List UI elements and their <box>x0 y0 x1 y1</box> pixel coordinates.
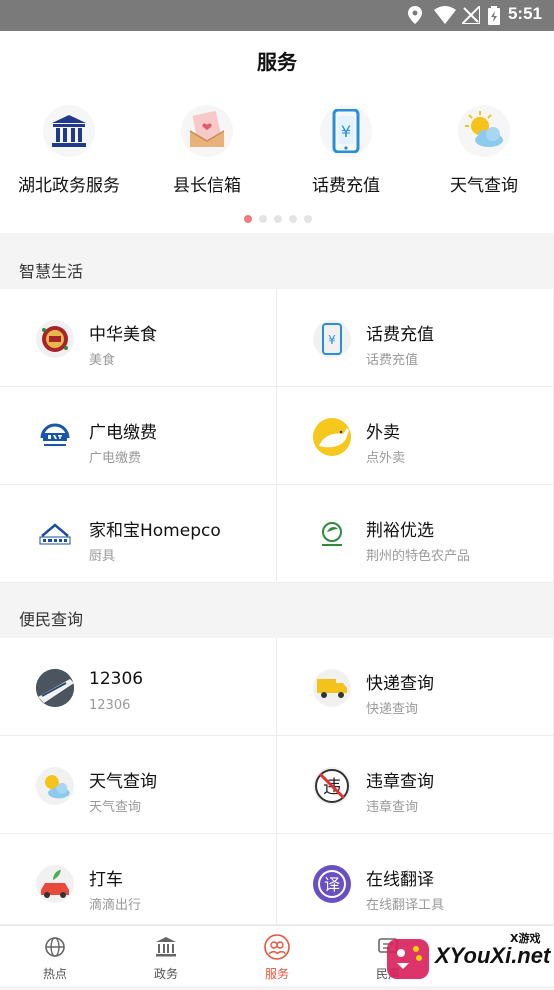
service-item-chinese-food[interactable]: 中华美食 美食 <box>0 289 277 387</box>
government-building-icon <box>43 105 95 157</box>
translate-icon: 译 <box>313 865 351 903</box>
status-bar: 5:51 <box>0 0 554 31</box>
weather-icon <box>458 105 510 157</box>
tab-hot[interactable]: 热点 <box>0 934 110 982</box>
tab-government[interactable]: 政务 <box>111 934 221 982</box>
service-item-violation-query[interactable]: 违 违章查询 违章查询 <box>277 736 554 834</box>
jingyu-logo-icon <box>313 516 351 554</box>
service-item-phone-recharge[interactable]: ¥ 话费充值 话费充值 <box>277 289 554 387</box>
traffic-violation-icon: 违 <box>313 767 351 805</box>
service-item-express-query[interactable]: 快递查询 快递查询 <box>277 638 554 736</box>
taxi-car-icon <box>36 865 74 903</box>
globe-icon <box>0 934 110 960</box>
delivery-truck-icon <box>313 669 351 707</box>
pager-dot[interactable] <box>244 215 252 223</box>
pager-dot[interactable] <box>289 215 297 223</box>
watermark-brand-text: XYouXi.net <box>435 943 551 968</box>
pager-dot[interactable] <box>274 215 282 223</box>
mailbox-icon <box>181 105 233 157</box>
signal-icon <box>459 3 481 28</box>
service-carousel[interactable]: 湖北政务服务 县长信箱 ¥ 话费充值 天气查询 <box>0 89 554 233</box>
service-item-cable-payment[interactable]: 广电缴费 广电缴费 <box>0 387 277 485</box>
svg-text:¥: ¥ <box>341 122 351 141</box>
chinese-food-icon <box>36 320 74 358</box>
weather-icon <box>36 767 74 805</box>
service-item-12306[interactable]: 12306 12306 <box>0 638 277 736</box>
tab-service[interactable]: 服务 <box>222 934 332 982</box>
site-watermark: X游戏 XYouXi.net <box>383 925 554 986</box>
service-item-homepco[interactable]: 家和宝Homepco 厨具 <box>0 485 277 583</box>
government-building-icon <box>111 934 221 960</box>
app-header: 服务 <box>0 31 554 89</box>
section-title-smart-life: 智慧生活 <box>19 262 84 281</box>
clock: 5:51 <box>507 4 542 23</box>
pager-dot[interactable] <box>304 215 312 223</box>
carousel-item-weather[interactable]: 天气查询 <box>415 105 553 196</box>
battery-icon <box>488 6 500 29</box>
phone-recharge-icon: ¥ <box>313 320 351 358</box>
kangaroo-delivery-icon <box>313 418 351 456</box>
section-title-convenience: 便民查询 <box>19 610 84 629</box>
cable-tv-logo-icon <box>36 418 74 456</box>
service-people-icon <box>222 934 332 960</box>
svg-text:¥: ¥ <box>328 333 336 347</box>
smart-life-grid: 中华美食 美食 ¥ 话费充值 话费充值 广电缴费 广电缴费 外卖 点外卖 家和宝… <box>0 289 554 583</box>
homepco-logo-icon <box>36 516 74 554</box>
service-item-taxi[interactable]: 打车 滴滴出行 <box>0 834 277 925</box>
service-item-online-translate[interactable]: 译 在线翻译 在线翻译工具 <box>277 834 554 925</box>
train-icon <box>36 669 74 707</box>
carousel-item-mailbox[interactable]: 县长信箱 <box>138 105 276 196</box>
pager-dot[interactable] <box>259 215 267 223</box>
convenience-grid: 12306 12306 快递查询 快递查询 天气查询 天气查询 违 违章查询 违… <box>0 638 554 925</box>
carousel-item-phone-recharge[interactable]: ¥ 话费充值 <box>277 105 415 196</box>
page-title: 服务 <box>257 50 297 74</box>
phone-recharge-icon: ¥ <box>320 105 372 157</box>
wifi-icon <box>434 6 456 28</box>
service-item-takeout[interactable]: 外卖 点外卖 <box>277 387 554 485</box>
carousel-pager[interactable] <box>244 215 312 225</box>
location-icon <box>408 6 422 28</box>
service-item-weather-query[interactable]: 天气查询 天气查询 <box>0 736 277 834</box>
service-item-jingyu-select[interactable]: 荆裕优选 荆州的特色农产品 <box>277 485 554 583</box>
carousel-item-hubei-gov[interactable]: 湖北政务服务 <box>0 105 138 196</box>
svg-text:译: 译 <box>324 875 340 894</box>
